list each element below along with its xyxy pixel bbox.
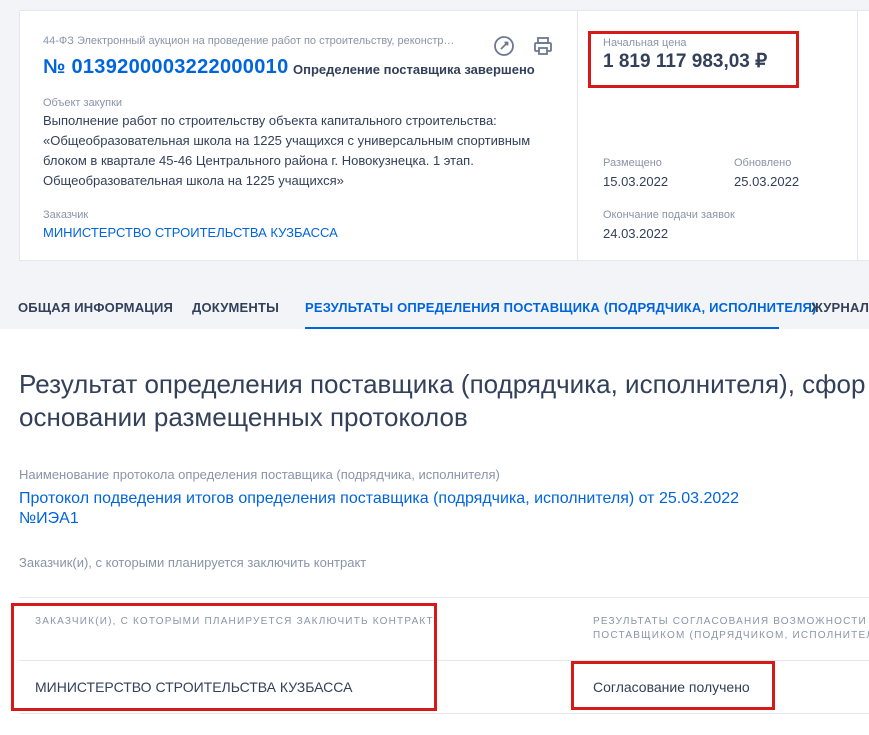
customer-label: Заказчик bbox=[43, 209, 89, 221]
highlight-box-price bbox=[588, 31, 799, 88]
section-title-line2: основании размещенных протоколов bbox=[19, 402, 468, 432]
table-header-approval-line2: ПОСТАВЩИКОМ (ПОДРЯДЧИКОМ, ИСПОЛНИТЕЛЕ bbox=[593, 630, 869, 641]
customers-label: Заказчик(и), с которыми планируется закл… bbox=[19, 555, 367, 570]
purchase-number-link[interactable]: № 0139200003222000010 bbox=[43, 56, 289, 79]
tab-supplier-results[interactable]: РЕЗУЛЬТАТЫ ОПРЕДЕЛЕНИЯ ПОСТАВЩИКА (ПОДРЯ… bbox=[305, 300, 817, 315]
tab-journal[interactable]: ЖУРНАЛ bbox=[811, 300, 869, 315]
card-divider bbox=[577, 11, 578, 260]
protocol-label: Наименование протокола определения поста… bbox=[19, 467, 500, 482]
tab-general-info[interactable]: ОБЩАЯ ИНФОРМАЦИЯ bbox=[18, 300, 173, 315]
highlight-box-customer bbox=[11, 603, 437, 711]
deadline-label: Окончание подачи заявок bbox=[603, 209, 735, 221]
updated-date: 25.03.2022 bbox=[734, 174, 800, 189]
section-title-line1: Результат определения поставщика (подряд… bbox=[19, 369, 866, 399]
posted-label: Размещено bbox=[603, 157, 662, 169]
link-icon[interactable] bbox=[493, 35, 515, 57]
tab-bar: ОБЩАЯ ИНФОРМАЦИЯ ДОКУМЕНТЫ РЕЗУЛЬТАТЫ ОП… bbox=[0, 290, 869, 329]
highlight-box-approval bbox=[571, 661, 775, 710]
protocol-link[interactable]: Протокол подведения итогов определения п… bbox=[19, 489, 779, 529]
section-title: Результат определения поставщика (подряд… bbox=[19, 368, 869, 434]
tab-documents[interactable]: ДОКУМЕНТЫ bbox=[192, 300, 279, 315]
table-header-approval-line1: РЕЗУЛЬТАТЫ СОГЛАСОВАНИЯ ВОЗМОЖНОСТИ ЗА bbox=[593, 616, 869, 627]
table-border-top bbox=[19, 597, 869, 598]
customer-link[interactable]: МИНИСТЕРСТВО СТРОИТЕЛЬСТВА КУЗБАССА bbox=[43, 225, 338, 240]
table-header-approval: РЕЗУЛЬТАТЫ СОГЛАСОВАНИЯ ВОЗМОЖНОСТИ ЗА П… bbox=[593, 615, 869, 643]
table-border-bottom bbox=[19, 713, 869, 714]
object-description: Выполнение работ по строительству объект… bbox=[43, 113, 531, 188]
active-tab-indicator bbox=[305, 327, 779, 329]
law-type-line: 44-ФЗ Электронный аукцион на проведение … bbox=[43, 35, 457, 47]
status-text: Определение поставщика завершено bbox=[293, 62, 535, 77]
print-icon[interactable] bbox=[532, 35, 554, 57]
updated-label: Обновлено bbox=[734, 157, 792, 169]
object-label: Объект закупки bbox=[43, 97, 123, 109]
posted-date: 15.03.2022 bbox=[603, 174, 669, 189]
deadline-date: 24.03.2022 bbox=[603, 226, 669, 241]
card-divider-right bbox=[857, 11, 858, 260]
